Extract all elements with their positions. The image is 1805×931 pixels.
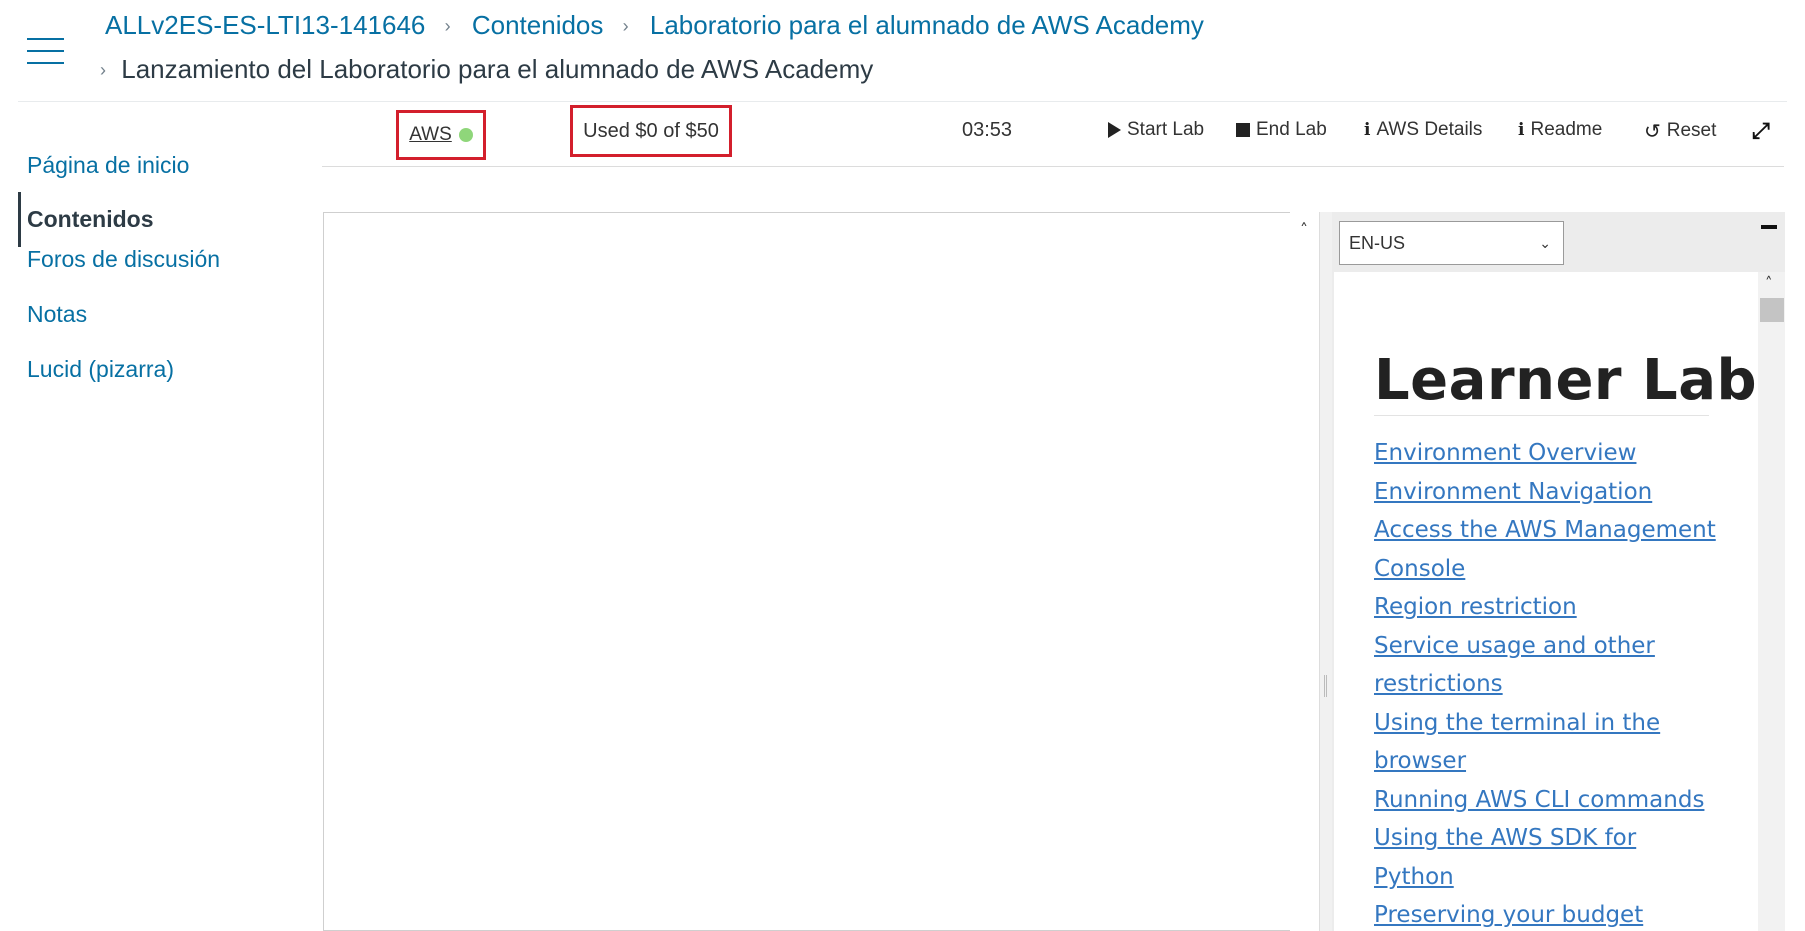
readme-button[interactable]: i Readme — [1518, 119, 1602, 141]
breadcrumb-course-link[interactable]: ALLv2ES-ES-LTI13-141646 — [105, 10, 425, 40]
lab-status-dot-icon — [458, 128, 473, 142]
toc-link[interactable]: browser — [1374, 742, 1724, 781]
toc-link[interactable]: Region restriction — [1374, 588, 1724, 627]
header-divider — [18, 101, 1787, 102]
minimize-icon[interactable] — [1761, 225, 1777, 229]
readme-label: Readme — [1530, 119, 1603, 140]
chevron-right-icon: › — [444, 16, 451, 36]
session-timer: 03:53 — [962, 119, 1013, 141]
readme-panel: EN-US ⌄ Learner Lab Environment Overview… — [1332, 212, 1785, 931]
play-icon — [1108, 122, 1121, 138]
sidebar-item-lucid[interactable]: Lucid (pizarra) — [18, 349, 278, 404]
breadcrumb: ALLv2ES-ES-LTI13-141646 › Contenidos › L… — [105, 8, 1204, 45]
aws-console-link[interactable]: AWS — [396, 110, 486, 160]
readme-toc: Environment Overview Environment Navigat… — [1374, 434, 1724, 931]
pane-resize-handle[interactable] — [1319, 212, 1333, 931]
language-select-value: EN-US — [1349, 233, 1406, 253]
toc-link[interactable]: Running AWS CLI commands — [1374, 781, 1724, 820]
stop-icon — [1236, 123, 1250, 137]
reset-label: Reset — [1666, 120, 1717, 141]
aws-details-label: AWS Details — [1376, 119, 1483, 140]
breadcrumb-lab-link[interactable]: Laboratorio para el alumnado de AWS Acad… — [650, 10, 1204, 40]
sidebar-item-discussions[interactable]: Foros de discusión — [18, 239, 278, 294]
grip-icon — [1324, 675, 1327, 697]
hamburger-line — [27, 62, 64, 64]
toc-link[interactable]: Access the AWS Management — [1374, 511, 1724, 550]
end-lab-label: End Lab — [1256, 119, 1327, 140]
start-lab-button[interactable]: Start Lab — [1108, 119, 1204, 141]
lab-toolbar: AWS Used $0 of $50 03:53 Start Lab End L… — [322, 105, 1784, 167]
fullscreen-icon[interactable]: ⤢ — [1752, 119, 1770, 144]
course-navigation: Página de inicio Contenidos Foros de dis… — [18, 145, 278, 404]
reset-icon: ↺ — [1644, 119, 1661, 143]
terminal-pane[interactable] — [323, 212, 1327, 931]
toc-link[interactable]: Environment Overview — [1374, 434, 1724, 473]
breadcrumb-modules-link[interactable]: Contenidos — [472, 10, 604, 40]
breadcrumb-current-line: › Lanzamiento del Laboratorio para el al… — [100, 52, 873, 89]
readme-title: Learner Lab — [1374, 348, 1757, 416]
toc-link[interactable]: Using the AWS SDK for — [1374, 819, 1724, 858]
hamburger-line — [27, 38, 64, 40]
toc-link[interactable]: Console — [1374, 550, 1724, 589]
info-icon: i — [1518, 120, 1525, 140]
toc-link[interactable]: Environment Navigation — [1374, 473, 1724, 512]
hamburger-line — [27, 50, 64, 52]
start-lab-label: Start Lab — [1127, 119, 1205, 140]
global-nav-menu-button[interactable] — [27, 38, 64, 66]
chevron-down-icon: ⌄ — [1539, 235, 1551, 251]
end-lab-button[interactable]: End Lab — [1236, 119, 1327, 141]
reset-button[interactable]: ↺ Reset — [1644, 119, 1716, 143]
sidebar-item-grades[interactable]: Notas — [18, 294, 278, 349]
toc-link[interactable]: Preserving your budget — [1374, 896, 1724, 931]
toc-link[interactable]: Service usage and other — [1374, 627, 1724, 666]
chevron-up-icon[interactable]: ˄ — [1765, 274, 1773, 292]
chevron-up-icon[interactable]: ˄ — [1300, 220, 1308, 239]
scrollbar-thumb[interactable] — [1760, 298, 1784, 322]
toc-link[interactable]: restrictions — [1374, 665, 1724, 704]
budget-usage: Used $0 of $50 — [570, 105, 732, 157]
info-icon: i — [1364, 120, 1371, 140]
toc-link[interactable]: Python — [1374, 858, 1724, 897]
chevron-right-icon: › — [100, 60, 106, 80]
language-select[interactable]: EN-US ⌄ — [1339, 221, 1564, 265]
aws-details-button[interactable]: i AWS Details — [1364, 119, 1482, 141]
readme-scrollbar[interactable]: ˄ — [1758, 272, 1785, 931]
chevron-right-icon: › — [622, 16, 629, 36]
toc-link[interactable]: Using the terminal in the — [1374, 704, 1724, 743]
breadcrumb-current-page: Lanzamiento del Laboratorio para el alum… — [121, 54, 874, 84]
aws-label: AWS — [409, 124, 452, 145]
readme-content: Learner Lab Environment Overview Environ… — [1334, 272, 1758, 931]
